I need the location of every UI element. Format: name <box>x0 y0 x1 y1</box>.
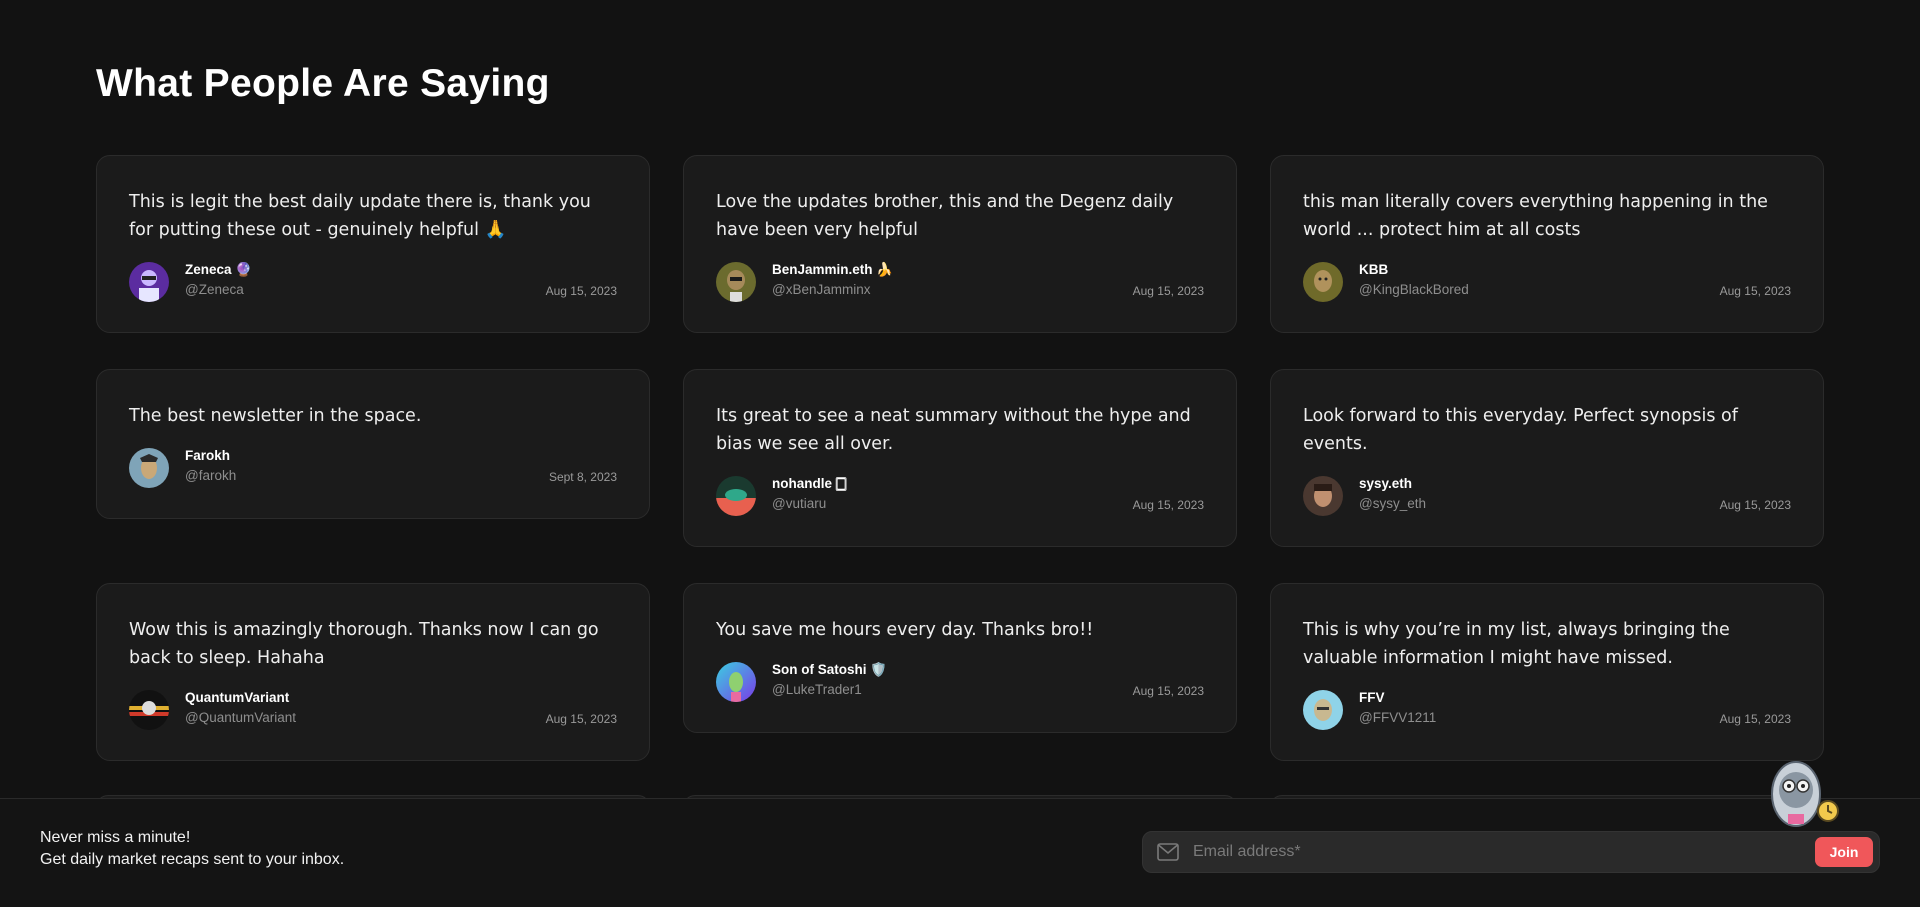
signup-form: Join <box>1142 831 1880 873</box>
testimonial-footer: Zeneca 🔮 @Zeneca Aug 15, 2023 <box>129 260 617 302</box>
testimonial-footer: sysy.eth @sysy_eth Aug 15, 2023 <box>1303 474 1791 516</box>
author-handle[interactable]: @sysy_eth <box>1359 496 1426 511</box>
author-handle[interactable]: @farokh <box>185 468 236 483</box>
author-handle[interactable]: @xBenJamminx <box>772 282 870 297</box>
avatar[interactable] <box>129 690 169 730</box>
avatar[interactable] <box>716 262 756 302</box>
avatar[interactable] <box>716 662 756 702</box>
author-name[interactable]: QuantumVariant <box>185 690 289 705</box>
testimonial-quote: Its great to see a neat summary without … <box>716 406 1191 454</box>
email-input[interactable] <box>1193 832 1753 872</box>
author-name[interactable]: BenJammin.eth 🍌 <box>772 262 893 278</box>
page: What People Are Saying This is legit the… <box>0 0 1920 907</box>
testimonial-card: Love the updates brother, this and the D… <box>683 155 1237 333</box>
author-name[interactable]: nohandle 🀆 <box>772 476 846 492</box>
testimonial-date: Aug 15, 2023 <box>545 712 617 726</box>
testimonial-card: The best newsletter in the space. Farokh… <box>96 369 650 519</box>
testimonial-quote: You save me hours every day. Thanks bro!… <box>716 620 1094 640</box>
testimonial-date: Aug 15, 2023 <box>1132 498 1204 512</box>
section-title: What People Are Saying <box>96 62 550 105</box>
avatar[interactable] <box>1303 262 1343 302</box>
testimonial-date: Aug 15, 2023 <box>545 284 617 298</box>
author-name[interactable]: FFV <box>1359 690 1385 705</box>
testimonial-footer: Farokh @farokh Sept 8, 2023 <box>129 446 617 488</box>
avatar[interactable] <box>129 448 169 488</box>
testimonial-card: This is why you’re in my list, always br… <box>1270 583 1824 761</box>
testimonial-footer: BenJammin.eth 🍌 @xBenJamminx Aug 15, 202… <box>716 260 1204 302</box>
testimonial-quote: This is why you’re in my list, always br… <box>1303 620 1730 668</box>
testimonial-quote: this man literally covers everything hap… <box>1303 192 1768 240</box>
testimonial-footer: QuantumVariant @QuantumVariant Aug 15, 2… <box>129 688 617 730</box>
testimonial-date: Aug 15, 2023 <box>1719 712 1791 726</box>
testimonial-card: Wow this is amazingly thorough. Thanks n… <box>96 583 650 761</box>
mail-icon <box>1157 843 1179 861</box>
author-handle[interactable]: @vutiaru <box>772 496 826 511</box>
author-handle[interactable]: @FFVV1211 <box>1359 710 1436 725</box>
newsletter-bar: Never miss a minute! Get daily market re… <box>0 798 1920 907</box>
testimonial-date: Sept 8, 2023 <box>548 470 617 484</box>
author-handle[interactable]: @LukeTrader1 <box>772 682 862 697</box>
avatar[interactable] <box>129 262 169 302</box>
testimonial-quote: Look forward to this everyday. Perfect s… <box>1303 406 1738 454</box>
testimonial-quote: Wow this is amazingly thorough. Thanks n… <box>129 620 599 668</box>
author-name[interactable]: Farokh <box>185 448 230 463</box>
testimonial-card: this man literally covers everything hap… <box>1270 155 1824 333</box>
testimonial-date: Aug 15, 2023 <box>1132 684 1204 698</box>
testimonial-quote: The best newsletter in the space. <box>129 406 422 426</box>
author-name[interactable]: KBB <box>1359 262 1388 277</box>
testimonial-card: Look forward to this everyday. Perfect s… <box>1270 369 1824 547</box>
avatar[interactable] <box>1303 690 1343 730</box>
author-handle[interactable]: @Zeneca <box>185 282 244 297</box>
testimonial-footer: FFV @FFVV1211 Aug 15, 2023 <box>1303 688 1791 730</box>
testimonial-date: Aug 15, 2023 <box>1719 284 1791 298</box>
testimonial-card: You save me hours every day. Thanks bro!… <box>683 583 1237 733</box>
testimonial-date: Aug 15, 2023 <box>1132 284 1204 298</box>
avatar[interactable] <box>716 476 756 516</box>
testimonial-date: Aug 15, 2023 <box>1719 498 1791 512</box>
testimonial-card: Its great to see a neat summary without … <box>683 369 1237 547</box>
avatar[interactable] <box>1303 476 1343 516</box>
author-name[interactable]: Zeneca 🔮 <box>185 262 252 278</box>
testimonial-quote: This is legit the best daily update ther… <box>129 192 591 240</box>
testimonial-card: This is legit the best daily update ther… <box>96 155 650 333</box>
newsletter-subtext: Get daily market recaps sent to your inb… <box>40 851 345 868</box>
testimonial-quote: Love the updates brother, this and the D… <box>716 192 1174 240</box>
newsletter-headline: Never miss a minute! <box>40 829 191 846</box>
join-button[interactable]: Join <box>1815 837 1873 867</box>
author-handle[interactable]: @KingBlackBored <box>1359 282 1469 297</box>
author-name[interactable]: sysy.eth <box>1359 476 1412 491</box>
author-handle[interactable]: @QuantumVariant <box>185 710 296 725</box>
mascot-robot-icon <box>1771 761 1839 827</box>
testimonial-footer: KBB @KingBlackBored Aug 15, 2023 <box>1303 260 1791 302</box>
author-name[interactable]: Son of Satoshi 🛡️ <box>772 662 887 678</box>
testimonial-footer: nohandle 🀆 @vutiaru Aug 15, 2023 <box>716 474 1204 516</box>
testimonial-footer: Son of Satoshi 🛡️ @LukeTrader1 Aug 15, 2… <box>716 660 1204 702</box>
